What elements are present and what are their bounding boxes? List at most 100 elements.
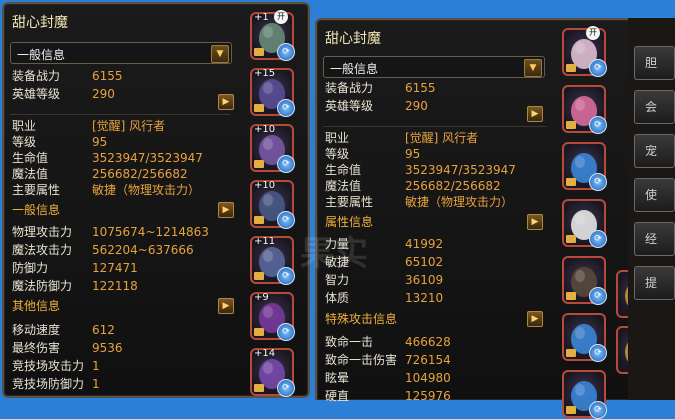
stat-label: 魔法值 bbox=[325, 179, 362, 193]
lock-icon bbox=[566, 121, 576, 129]
stat-value: 726154 bbox=[405, 353, 451, 367]
level-detail-button[interactable]: ▶ bbox=[527, 106, 543, 122]
stat-label: 生命值 bbox=[12, 151, 49, 165]
character-name: 甜心封魔 bbox=[325, 31, 381, 47]
side-tab[interactable]: 宠 bbox=[634, 134, 675, 168]
equipment-slot[interactable]: +10 ⟳ bbox=[250, 180, 295, 229]
swap-icon[interactable]: ⟳ bbox=[589, 401, 607, 419]
stat-label: 英雄等级 bbox=[12, 87, 61, 101]
chevron-down-icon[interactable]: ▼ bbox=[211, 45, 229, 63]
info-category-dropdown[interactable]: 一般信息 ▼ bbox=[10, 42, 232, 64]
swap-icon[interactable]: ⟳ bbox=[277, 323, 295, 341]
dropdown-value: 一般信息 bbox=[17, 48, 66, 62]
section-special-attack-info[interactable]: 特殊攻击信息 bbox=[325, 310, 397, 328]
stat-label: 魔法值 bbox=[12, 167, 49, 181]
equipment-slot[interactable]: +10 ⟳ bbox=[250, 124, 295, 173]
stat-label: 物理攻击力 bbox=[12, 225, 73, 239]
stat-value: 3523947/3523947 bbox=[92, 151, 203, 165]
stat-value: 41992 bbox=[405, 237, 444, 251]
info-category-dropdown[interactable]: 一般信息 ▼ bbox=[323, 56, 545, 78]
swap-icon[interactable]: ⟳ bbox=[589, 116, 607, 134]
stat-value: 290 bbox=[405, 99, 428, 113]
swap-icon[interactable]: ⟳ bbox=[589, 287, 607, 305]
section-other-info[interactable]: 其他信息 bbox=[12, 297, 60, 315]
stat-value: 3523947/3523947 bbox=[405, 163, 516, 177]
swap-icon[interactable]: ⟳ bbox=[277, 267, 295, 285]
stat-label: 竞技场防御力 bbox=[12, 377, 85, 391]
stat-value: 36109 bbox=[405, 273, 444, 287]
stat-label: 竞技场攻击力 bbox=[12, 359, 85, 373]
swap-icon[interactable]: ⟳ bbox=[589, 59, 607, 77]
stat-label: 魔法攻击力 bbox=[12, 243, 73, 257]
swap-icon[interactable]: ⟳ bbox=[277, 99, 295, 117]
stat-label: 硬直 bbox=[325, 389, 350, 403]
enhance-level-label: +9 bbox=[254, 292, 269, 303]
general-info-expand-button[interactable]: ▶ bbox=[218, 202, 234, 218]
swap-icon[interactable]: ⟳ bbox=[277, 211, 295, 229]
other-info-expand-button[interactable]: ▶ bbox=[218, 298, 234, 314]
equipment-slot[interactable]: 开 ⟳ bbox=[562, 26, 607, 77]
swap-icon[interactable]: ⟳ bbox=[589, 230, 607, 248]
side-tab-strip: 胆会宠使经提 bbox=[628, 18, 675, 400]
stat-value: 256682/256682 bbox=[92, 167, 188, 181]
swap-icon[interactable]: ⟳ bbox=[277, 379, 295, 397]
side-tab[interactable]: 使 bbox=[634, 178, 675, 212]
attribute-info-expand-button[interactable]: ▶ bbox=[527, 214, 543, 230]
chevron-down-icon[interactable]: ▼ bbox=[524, 59, 542, 77]
stat-label: 生命值 bbox=[325, 163, 362, 177]
equipment-slot[interactable]: ⟳ bbox=[562, 199, 607, 248]
swap-icon[interactable]: ⟳ bbox=[277, 155, 295, 173]
lock-icon bbox=[566, 235, 576, 243]
open-badge: 开 bbox=[586, 26, 600, 40]
equipment-slot[interactable]: +1 开 ⟳ bbox=[250, 10, 295, 61]
swap-icon[interactable]: ⟳ bbox=[277, 43, 295, 61]
section-general-info[interactable]: 一般信息 bbox=[12, 201, 60, 219]
lock-icon bbox=[566, 292, 576, 300]
side-tab[interactable]: 提 bbox=[634, 266, 675, 300]
dropdown-value: 一般信息 bbox=[330, 62, 379, 76]
equipment-slot[interactable]: +9 ⟳ bbox=[250, 292, 295, 341]
special-attack-expand-button[interactable]: ▶ bbox=[527, 311, 543, 327]
side-tab[interactable]: 胆 bbox=[634, 46, 675, 80]
stat-value: 65102 bbox=[405, 255, 444, 269]
stat-label: 装备战力 bbox=[12, 69, 61, 83]
stat-label: 移动速度 bbox=[12, 323, 61, 337]
stat-value: 104980 bbox=[405, 371, 451, 385]
enhance-level-label: +14 bbox=[254, 348, 276, 359]
equipment-slot[interactable]: ⟳ bbox=[562, 313, 607, 362]
stat-value: 612 bbox=[92, 323, 115, 337]
stat-value: 1 bbox=[92, 359, 100, 373]
swap-icon[interactable]: ⟳ bbox=[589, 344, 607, 362]
stat-label: 英雄等级 bbox=[325, 99, 374, 113]
enhance-level-label: +10 bbox=[254, 124, 276, 135]
swap-icon[interactable]: ⟳ bbox=[589, 173, 607, 191]
equipment-slot[interactable]: +11 ⟳ bbox=[250, 236, 295, 285]
lock-icon bbox=[254, 104, 264, 112]
equipment-slot[interactable]: +14 ⟳ bbox=[250, 348, 295, 397]
stat-value: 127471 bbox=[92, 261, 138, 275]
equipment-slot[interactable]: ⟳ bbox=[562, 256, 607, 305]
equipment-slot[interactable]: ⟳ bbox=[562, 142, 607, 191]
stat-label: 职业 bbox=[12, 119, 37, 133]
equipment-slot[interactable]: ⟳ bbox=[562, 85, 607, 134]
stat-value: 13210 bbox=[405, 291, 444, 305]
divider bbox=[323, 126, 547, 127]
lock-icon bbox=[254, 216, 264, 224]
stat-value: [觉醒] 风行者 bbox=[92, 119, 166, 133]
lock-icon bbox=[566, 64, 576, 72]
side-tab[interactable]: 经 bbox=[634, 222, 675, 256]
stat-value: 466628 bbox=[405, 335, 451, 349]
open-badge: 开 bbox=[274, 10, 288, 24]
stat-label: 魔法防御力 bbox=[12, 279, 73, 293]
stat-label: 致命一击 bbox=[325, 335, 374, 349]
lock-icon bbox=[254, 48, 264, 56]
stat-value: 1075674~1214863 bbox=[92, 225, 209, 239]
enhance-level-label: +1 bbox=[254, 12, 269, 23]
side-tab[interactable]: 会 bbox=[634, 90, 675, 124]
equipment-slot[interactable]: +15 ⟳ bbox=[250, 68, 295, 117]
lock-icon bbox=[254, 160, 264, 168]
watermark: 果实 bbox=[300, 234, 368, 274]
equipment-slot[interactable]: ⟳ bbox=[562, 370, 607, 419]
stat-value: 125976 bbox=[405, 389, 451, 403]
level-detail-button[interactable]: ▶ bbox=[218, 94, 234, 110]
